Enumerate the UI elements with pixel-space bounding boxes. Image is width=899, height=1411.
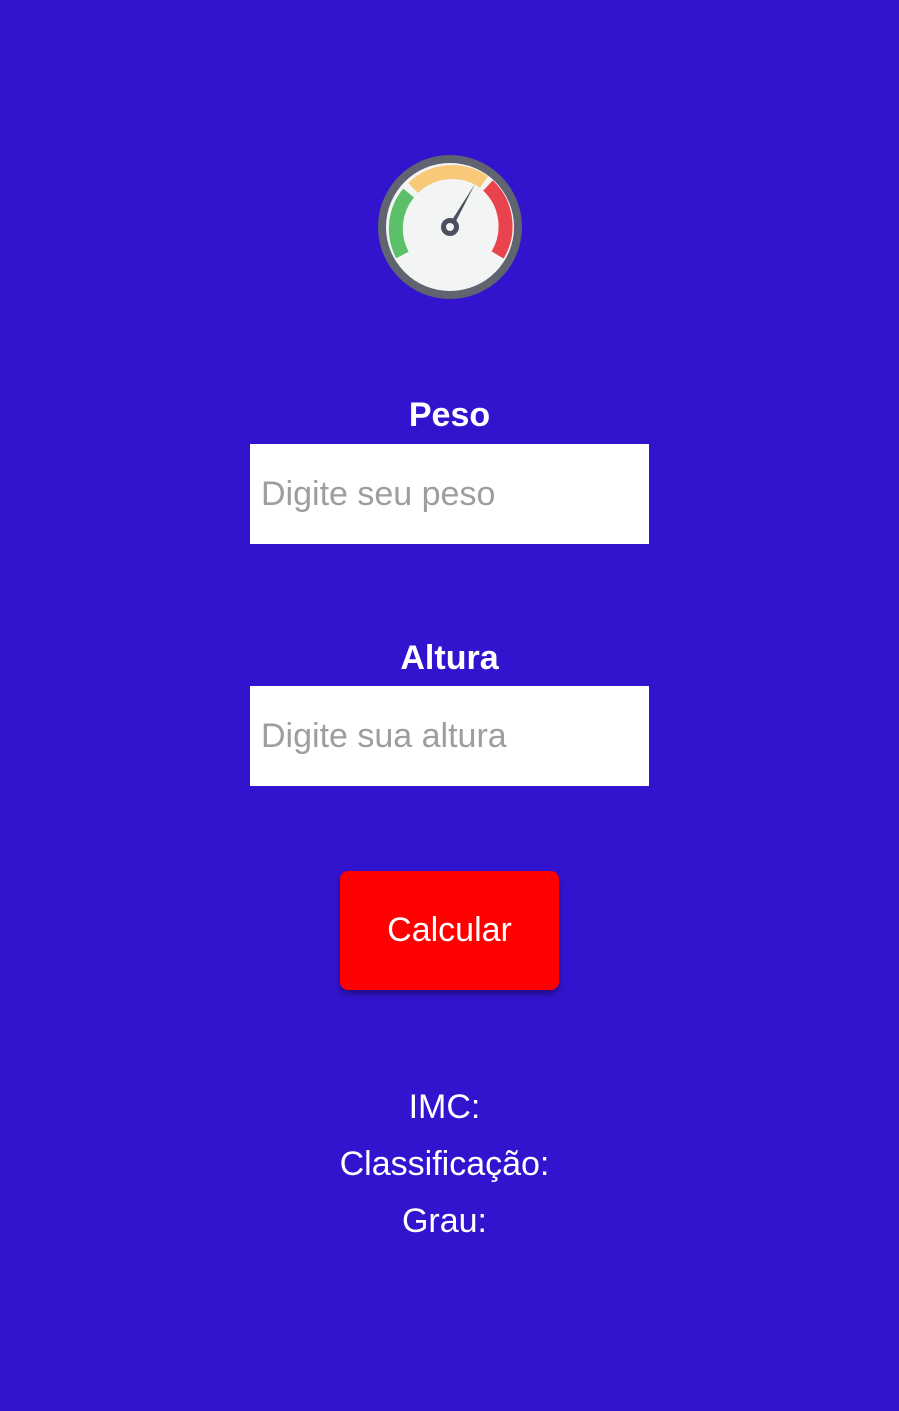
height-input[interactable] <box>250 686 649 786</box>
imc-result-label: IMC: <box>408 1088 481 1126</box>
gauge-hub-center <box>446 223 454 231</box>
weight-label: Peso <box>408 396 491 434</box>
grade-result-label: Grau: <box>401 1202 488 1240</box>
weight-input[interactable] <box>250 444 649 544</box>
gauge-graphic <box>378 155 522 299</box>
calculate-button[interactable]: Calcular <box>340 871 559 990</box>
imc-calculator-screen: Peso Altura Calcular IMC: Classificação:… <box>0 0 899 1411</box>
classification-result-label: Classificação: <box>339 1145 550 1183</box>
speedometer-icon <box>374 151 526 303</box>
height-label: Altura <box>400 639 499 677</box>
